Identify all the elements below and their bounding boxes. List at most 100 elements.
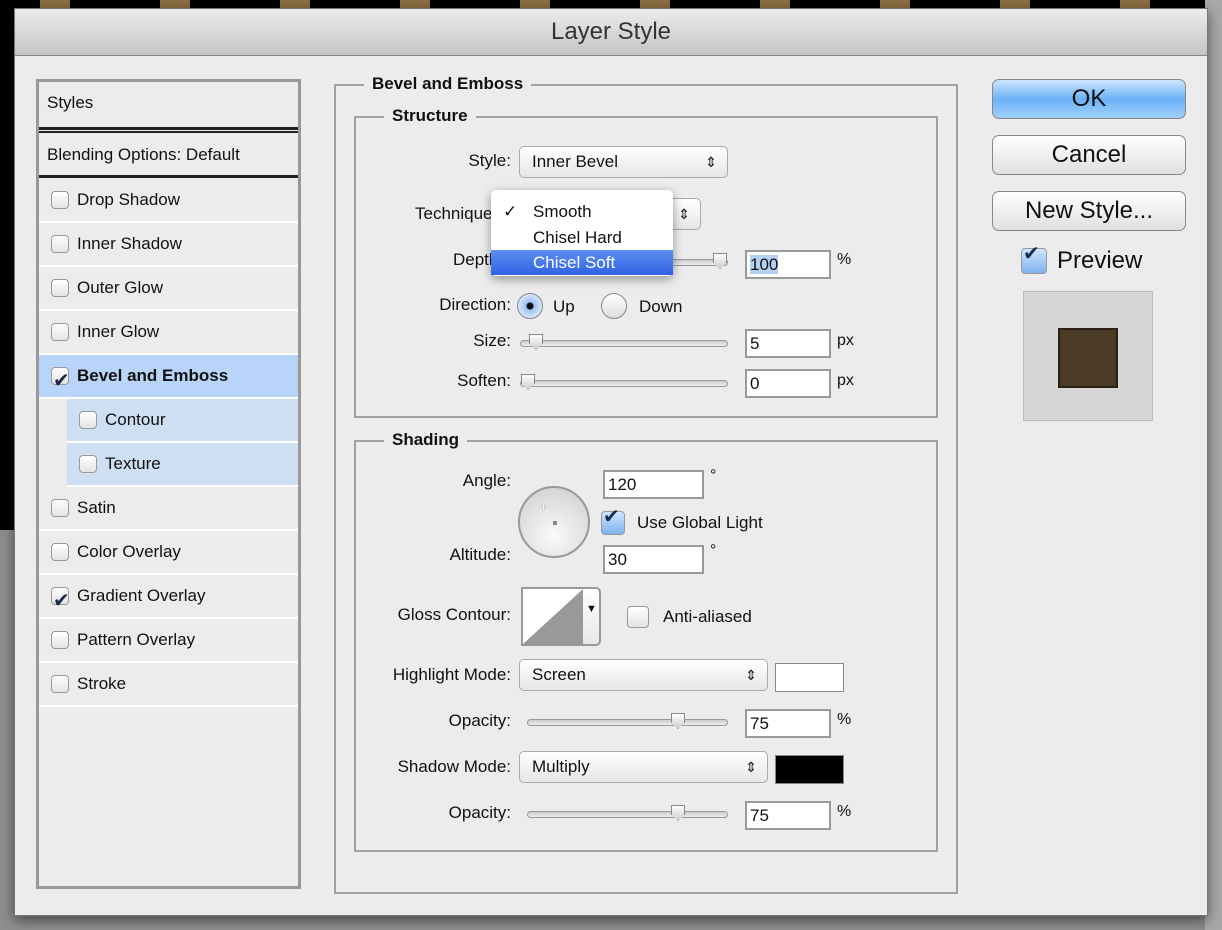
direction-label: Direction:: [439, 295, 511, 314]
highlight-mode-select[interactable]: Screen: [519, 659, 768, 691]
technique-label: Technique:: [415, 204, 491, 223]
style-item-color-overlay[interactable]: Color Overlay: [39, 531, 298, 575]
style-item-label: Outer Glow: [77, 278, 163, 297]
style-item-texture[interactable]: Texture: [67, 443, 298, 487]
direction-up-radio[interactable]: [517, 293, 543, 319]
checkmark-icon: ✓: [503, 202, 518, 221]
style-checkbox[interactable]: [51, 631, 69, 649]
style-checkbox[interactable]: [51, 323, 69, 341]
style-item-satin[interactable]: Satin: [39, 487, 298, 531]
size-input[interactable]: 5: [745, 329, 831, 358]
preview-checkbox[interactable]: [1021, 241, 1047, 274]
depth-input[interactable]: 100: [745, 250, 831, 279]
style-checkbox[interactable]: [51, 543, 69, 561]
styles-list: Styles Blending Options: Default Drop Sh…: [36, 79, 301, 889]
style-item-label: Contour: [105, 410, 166, 429]
style-item-outer-glow[interactable]: Outer Glow: [39, 267, 298, 311]
cancel-button[interactable]: Cancel: [992, 135, 1186, 175]
style-checkbox[interactable]: [79, 411, 97, 429]
style-item-label: Satin: [77, 498, 116, 517]
highlight-opacity-slider[interactable]: [527, 713, 728, 729]
preview-swatch: [1058, 328, 1118, 388]
preview-label: Preview: [1057, 247, 1143, 274]
style-item-contour[interactable]: Contour: [67, 399, 298, 443]
style-checkbox[interactable]: [51, 499, 69, 517]
angle-label: Angle:: [462, 471, 511, 490]
style-checkbox[interactable]: [51, 235, 69, 253]
blending-options[interactable]: Blending Options: Default: [39, 134, 298, 178]
style-item-inner-shadow[interactable]: Inner Shadow: [39, 223, 298, 267]
style-item-label: Bevel and Emboss: [77, 366, 229, 385]
style-item-label: Inner Glow: [77, 322, 160, 341]
gloss-contour-picker[interactable]: ▼: [521, 587, 601, 646]
size-slider[interactable]: [520, 334, 728, 350]
highlight-opacity-input[interactable]: 75: [745, 709, 831, 738]
style-checkbox[interactable]: [51, 279, 69, 297]
soften-slider[interactable]: [520, 374, 728, 390]
style-item-label: Inner Shadow: [77, 234, 182, 253]
menu-item-chisel-hard[interactable]: Chisel Hard: [491, 225, 673, 250]
menu-item-label: Chisel Soft: [533, 253, 616, 272]
altitude-label: Altitude:: [449, 545, 511, 564]
style-checkbox[interactable]: [51, 360, 70, 402]
style-item-drop-shadow[interactable]: Drop Shadow: [39, 179, 298, 223]
menu-item-label: Chisel Hard: [533, 228, 622, 247]
menu-item-smooth[interactable]: ✓ Smooth: [491, 199, 673, 224]
layer-style-dialog: Layer Style Styles Blending Options: Def…: [14, 8, 1208, 916]
styles-header[interactable]: Styles: [39, 82, 298, 128]
highlight-color-swatch[interactable]: [775, 663, 844, 692]
shadow-color-swatch[interactable]: [775, 755, 844, 784]
style-item-gradient-overlay[interactable]: Gradient Overlay: [39, 575, 298, 622]
shadow-opacity-unit: %: [837, 803, 852, 820]
altitude-input[interactable]: 30: [603, 545, 704, 574]
style-checkbox[interactable]: [79, 455, 97, 473]
shadow-opacity-input[interactable]: 75: [745, 801, 831, 830]
soften-input[interactable]: 0: [745, 369, 831, 398]
use-global-light-checkbox[interactable]: [601, 504, 625, 535]
altitude-degree: °: [710, 542, 717, 559]
angle-degree: °: [710, 467, 717, 484]
direction-down-radio[interactable]: [601, 293, 627, 319]
group-title: Bevel and Emboss: [364, 74, 532, 94]
depth-value: 100: [750, 255, 779, 274]
menu-item-label: Smooth: [533, 202, 592, 221]
highlight-opacity-label: Opacity:: [448, 711, 511, 730]
angle-input[interactable]: 120: [603, 470, 704, 499]
use-global-light-label: Use Global Light: [637, 513, 763, 532]
menu-item-chisel-soft[interactable]: Chisel Soft: [491, 250, 673, 275]
style-item-stroke[interactable]: Stroke: [39, 663, 298, 707]
size-unit: px: [837, 332, 854, 349]
soften-unit: px: [837, 372, 854, 389]
style-checkbox[interactable]: [51, 675, 69, 693]
ok-button[interactable]: OK: [992, 79, 1186, 119]
gloss-contour-label: Gloss Contour:: [397, 605, 511, 624]
style-item-pattern-overlay[interactable]: Pattern Overlay: [39, 619, 298, 663]
style-item-bevel-and-emboss[interactable]: Bevel and Emboss: [39, 355, 298, 402]
structure-title: Structure: [384, 106, 476, 126]
highlight-mode-label: Highlight Mode:: [392, 665, 511, 684]
shading-group: Shading: [354, 430, 938, 852]
divider: [39, 127, 298, 133]
style-select[interactable]: Inner Bevel: [519, 146, 728, 178]
dialog-title: Layer Style: [15, 9, 1207, 56]
direction-up-label: Up: [553, 297, 575, 316]
style-item-label: Drop Shadow: [77, 190, 181, 209]
shadow-opacity-slider[interactable]: [527, 805, 728, 821]
depth-label: Depth:: [453, 250, 504, 269]
style-item-label: Pattern Overlay: [77, 630, 196, 649]
style-checkbox[interactable]: [51, 191, 69, 209]
chevron-down-icon: ▼: [586, 603, 597, 615]
style-label: Style:: [468, 151, 511, 170]
style-item-label: Color Overlay: [77, 542, 181, 561]
angle-dial[interactable]: +: [518, 486, 590, 558]
style-item-inner-glow[interactable]: Inner Glow: [39, 311, 298, 355]
anti-aliased-checkbox[interactable]: [627, 606, 649, 628]
style-item-label: Texture: [105, 454, 161, 473]
shading-title: Shading: [384, 430, 468, 450]
style-checkbox[interactable]: [51, 580, 70, 622]
shadow-mode-select[interactable]: Multiply: [519, 751, 768, 783]
new-style-button[interactable]: New Style...: [992, 191, 1186, 231]
shadow-mode-label: Shadow Mode:: [397, 757, 511, 776]
depth-unit: %: [837, 251, 852, 268]
style-item-label: Stroke: [77, 674, 127, 693]
